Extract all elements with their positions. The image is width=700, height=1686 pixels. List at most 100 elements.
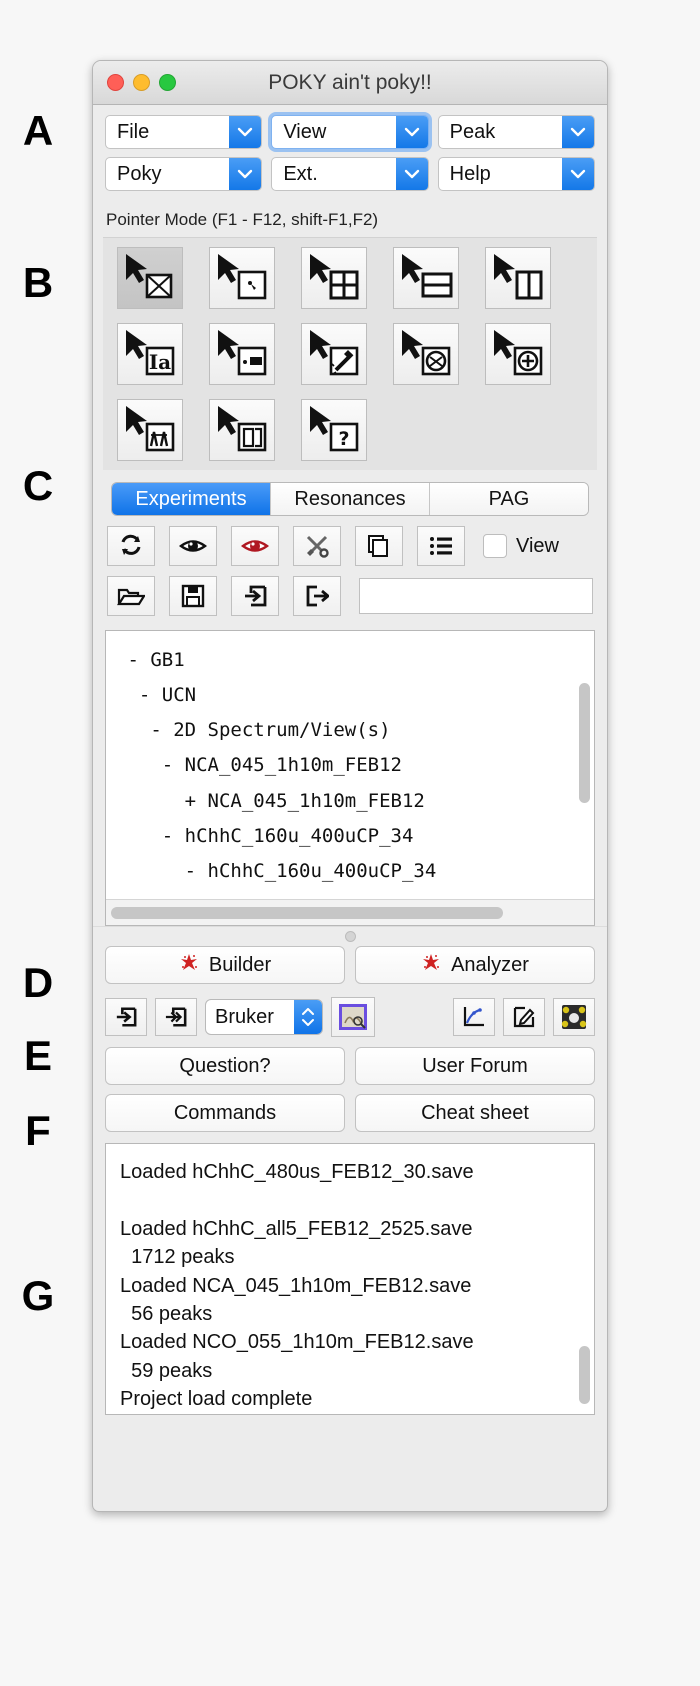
experiment-filter-input[interactable]	[359, 578, 593, 614]
chevron-down-icon	[395, 116, 428, 148]
menu-view-label: View	[283, 120, 327, 143]
experiment-tree-content: - GB1 - UCN - 2D Spectrum/View(s) - NCA_…	[127, 649, 437, 882]
traffic-lights	[107, 74, 176, 91]
menu-help[interactable]: Help	[437, 157, 595, 191]
pointer-select-crossbox-icon[interactable]	[117, 247, 183, 309]
stepper-arrows-icon[interactable]	[294, 1000, 322, 1034]
question-button[interactable]: Question?	[105, 1047, 345, 1085]
eye-icon[interactable]	[169, 526, 217, 566]
pointer-integrate-icon[interactable]	[209, 323, 275, 385]
pointer-mode-grid: Ia ?	[117, 247, 597, 461]
chevron-down-icon	[395, 158, 428, 190]
builder-analyzer-row: Builder Analyzer	[93, 946, 607, 993]
tree-horizontal-scrollbar[interactable]	[106, 899, 594, 925]
menu-ext[interactable]: Ext.	[271, 157, 429, 191]
red-eye-icon[interactable]	[231, 526, 279, 566]
import-arrow-icon[interactable]	[105, 998, 147, 1036]
pointer-zoom-icon[interactable]	[485, 323, 551, 385]
refresh-icon[interactable]	[107, 526, 155, 566]
list-icon[interactable]	[417, 526, 465, 566]
annotation-F: F	[25, 1107, 51, 1154]
chevron-down-icon	[229, 116, 262, 148]
export-icon[interactable]	[293, 576, 341, 616]
annotation-E: E	[23, 1032, 52, 1079]
title-bar: POKY ain't poky!!	[93, 61, 607, 105]
pointer-wand-icon[interactable]	[301, 323, 367, 385]
svg-text:?: ?	[338, 428, 349, 450]
commands-button[interactable]: Commands	[105, 1094, 345, 1132]
view-checkbox[interactable]	[483, 534, 507, 558]
annotation-C: C	[22, 462, 54, 509]
zoom-button-icon[interactable]	[159, 74, 176, 91]
menu-poky[interactable]: Poky	[105, 157, 263, 191]
toolbar-row-2	[107, 576, 593, 616]
tab-pag[interactable]: PAG	[430, 483, 588, 515]
toolbar-row-1: View	[107, 526, 593, 566]
open-folder-icon[interactable]	[107, 576, 155, 616]
annotation-G: G	[21, 1272, 55, 1319]
pointer-vertical-split-icon[interactable]	[485, 247, 551, 309]
tab-resonances[interactable]: Resonances	[271, 483, 430, 515]
spectrum-thumbnail-icon[interactable]	[331, 997, 375, 1037]
menu-peak-label: Peak	[449, 120, 496, 143]
analyzer-button[interactable]: Analyzer	[355, 946, 595, 984]
annotation-B: B	[22, 259, 54, 306]
pointer-horizontal-split-icon[interactable]	[393, 247, 459, 309]
plot-curve-icon[interactable]	[453, 998, 495, 1036]
builder-button[interactable]: Builder	[105, 946, 345, 984]
pointer-mode-label: Pointer Mode (F1 - F12, shift-F1,F2)	[93, 205, 607, 237]
close-button-icon[interactable]	[107, 74, 124, 91]
save-disk-icon[interactable]	[169, 576, 217, 616]
pointer-fit-icon[interactable]	[117, 399, 183, 461]
pointer-label-icon[interactable]: Ia	[117, 323, 183, 385]
menu-row-2: Poky Ext. Help	[105, 157, 595, 191]
pointer-copy-icon[interactable]	[209, 399, 275, 461]
tree-horizontal-scroll-thumb[interactable]	[111, 906, 503, 919]
log-text: Loaded hChhC_480us_FEB12_30.save Loaded …	[120, 1161, 474, 1411]
svg-text:Ia: Ia	[149, 350, 171, 374]
user-forum-button[interactable]: User Forum	[355, 1047, 595, 1085]
minimize-button-icon[interactable]	[133, 74, 150, 91]
tree-vertical-scrollbar[interactable]	[579, 683, 590, 803]
experiment-tree[interactable]: - GB1 - UCN - 2D Spectrum/View(s) - NCA_…	[105, 630, 595, 926]
poky-splat-icon	[421, 952, 441, 978]
menu-row-1: File View Peak	[105, 115, 595, 149]
tab-bar: Experiments Resonances PAG	[93, 470, 607, 516]
molecule-icon[interactable]	[553, 998, 595, 1036]
experiments-toolbar: View	[93, 516, 607, 628]
spectrum-import-row: Bruker	[93, 993, 607, 1047]
import-double-arrow-icon[interactable]	[155, 998, 197, 1036]
analyzer-button-label: Analyzer	[451, 953, 529, 976]
resize-grip[interactable]	[93, 926, 607, 946]
log-panel[interactable]: Loaded hChhC_480us_FEB12_30.save Loaded …	[105, 1143, 595, 1415]
menu-help-label: Help	[449, 162, 491, 185]
chevron-down-icon	[229, 158, 262, 190]
log-vertical-scrollbar[interactable]	[579, 1346, 590, 1404]
import-icon[interactable]	[231, 576, 279, 616]
poky-main-window: POKY ain't poky!! File View Peak Poky Ex…	[92, 60, 608, 1512]
spectrometer-format-value: Bruker	[215, 1005, 274, 1028]
pointer-circle-peak-icon[interactable]	[393, 323, 459, 385]
edit-pencil-icon[interactable]	[503, 998, 545, 1036]
cheat-sheet-button[interactable]: Cheat sheet	[355, 1094, 595, 1132]
pointer-single-peak-icon[interactable]	[209, 247, 275, 309]
resize-grip-dot	[344, 931, 356, 942]
builder-button-label: Builder	[208, 953, 272, 976]
copy-icon[interactable]	[355, 526, 403, 566]
pointer-mode-panel: Ia ?	[103, 237, 597, 470]
menu-peak[interactable]: Peak	[437, 115, 595, 149]
chevron-down-icon	[561, 158, 594, 190]
chevron-down-icon	[561, 116, 594, 148]
pointer-help-icon[interactable]: ?	[301, 399, 367, 461]
menu-poky-label: Poky	[117, 162, 162, 185]
tab-experiments[interactable]: Experiments	[112, 483, 271, 515]
tools-icon[interactable]	[293, 526, 341, 566]
poky-splat-icon	[179, 952, 199, 978]
view-checkbox-label: View	[516, 534, 559, 557]
view-checkbox-group[interactable]: View	[483, 534, 559, 558]
menu-file-label: File	[117, 120, 150, 143]
spectrometer-format-select[interactable]: Bruker	[205, 999, 323, 1035]
menu-file[interactable]: File	[105, 115, 263, 149]
menu-view[interactable]: View	[271, 115, 429, 149]
pointer-grid-peak-icon[interactable]	[301, 247, 367, 309]
